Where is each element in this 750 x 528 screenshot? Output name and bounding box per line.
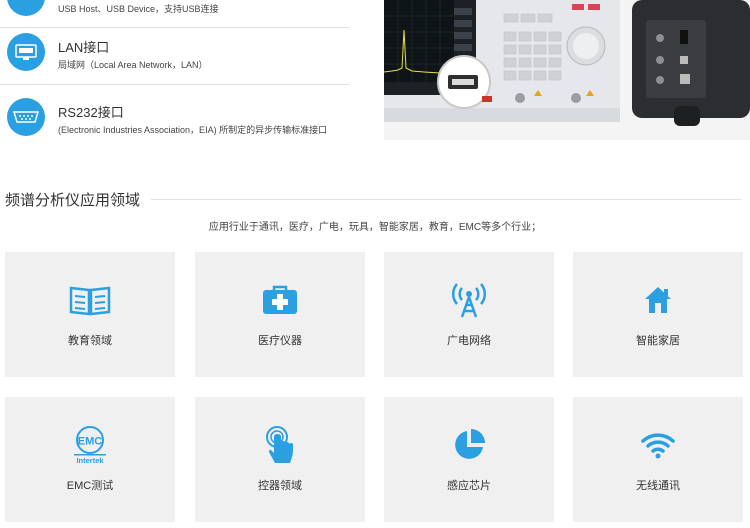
touch-hand-icon: [195, 426, 365, 463]
section-subtitle: 应用行业于通讯，医疗，广电，玩具，智能家居，教育，EMC等多个行业；: [208, 222, 542, 233]
section-divider: [151, 199, 741, 200]
field-tile-medical[interactable]: 医疗仪器: [195, 252, 365, 377]
interface-item-rs232: RS232接口 (Electronic Industries Associati…: [0, 86, 350, 146]
field-label: 教育领域: [68, 335, 112, 347]
medical-kit-icon: [195, 282, 365, 318]
field-label: 控器领域: [258, 480, 302, 492]
interface-desc: USB Host、USB Device，支持USB连接: [58, 4, 219, 14]
field-label: 医疗仪器: [258, 335, 302, 347]
interface-desc: (Electronic Industries Association，EIA) …: [58, 125, 328, 135]
usb-icon: [7, 0, 45, 16]
section-title: 频谱分析仪应用领域: [5, 192, 141, 209]
field-label: 无线通讯: [636, 480, 680, 492]
interface-item-lan: LAN接口 局域网（Local Area Network，LAN）: [0, 21, 350, 85]
interface-title: RS232接口: [58, 105, 124, 120]
field-label: 感应芯片: [447, 480, 491, 492]
field-tile-smart-home[interactable]: 智能家居: [573, 252, 743, 377]
field-tile-broadcast[interactable]: 广电网络: [384, 252, 554, 377]
pie-chip-icon: [384, 427, 554, 463]
broadcast-tower-icon: [384, 282, 554, 318]
interface-title: LAN接口: [58, 40, 110, 55]
book-icon: [5, 282, 175, 318]
interface-list: USB Host、USB Device，支持USB连接 LAN接口 局域网（Lo…: [0, 0, 350, 140]
spectrum-analyzer-photo: [384, 0, 750, 140]
field-tile-emc[interactable]: EMC Intertek EMC测试: [5, 397, 175, 522]
interface-desc: 局域网（Local Area Network，LAN）: [58, 60, 208, 70]
field-tile-education[interactable]: 教育领域: [5, 252, 175, 377]
field-tile-controller[interactable]: 控器领域: [195, 397, 365, 522]
emc-intertek-icon: EMC Intertek: [5, 426, 175, 465]
field-tile-wireless[interactable]: 无线通讯: [573, 397, 743, 522]
field-label: 广电网络: [447, 335, 491, 347]
intertek-badge-text: Intertek: [76, 456, 104, 465]
emc-badge-text: EMC: [78, 436, 103, 448]
field-tile-sensor-chip[interactable]: 感应芯片: [384, 397, 554, 522]
home-icon: [573, 282, 743, 318]
lan-port-icon: [7, 33, 45, 71]
field-label: EMC测试: [66, 480, 114, 492]
field-label: 智能家居: [636, 335, 680, 347]
serial-port-icon: [7, 98, 45, 136]
wifi-icon: [573, 427, 743, 463]
